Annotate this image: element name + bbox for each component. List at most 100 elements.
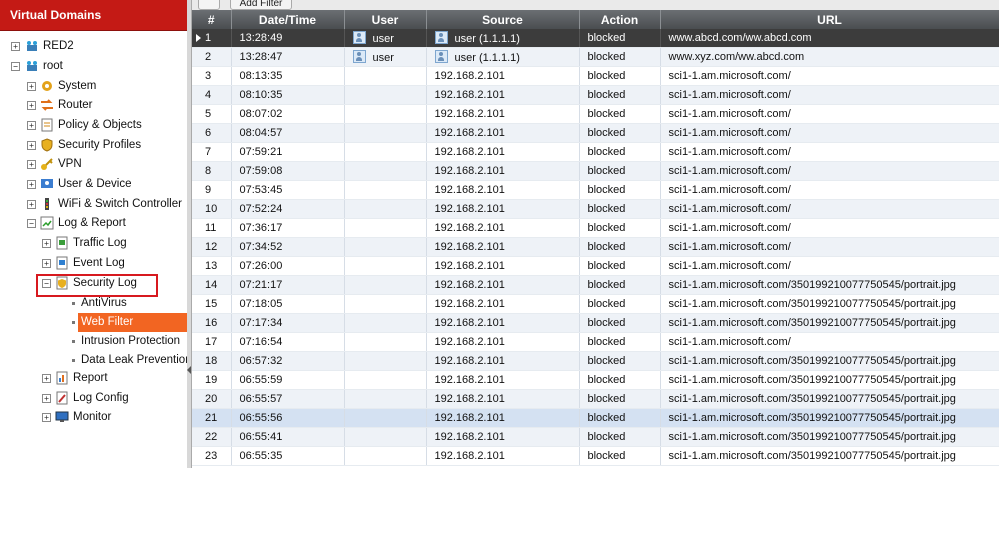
row-number: 19 bbox=[205, 374, 218, 386]
expand-icon[interactable]: + bbox=[42, 394, 51, 403]
tree-item-antivirus[interactable]: AntiVirus bbox=[0, 294, 187, 313]
tree-item-log-report[interactable]: − Log & Report bbox=[0, 214, 187, 233]
cell-datetime: 07:34:52 bbox=[231, 237, 345, 257]
add-filter-button[interactable]: Add Filter bbox=[230, 0, 292, 10]
cell-datetime: 07:36:17 bbox=[231, 218, 345, 238]
table-row[interactable]: 13 07:26:00 192.168.2.101 blocked sci1-1.am.… bbox=[192, 256, 999, 276]
tree-item-data-leak-prevention[interactable]: Data Leak Prevention bbox=[0, 351, 187, 370]
table-row[interactable]: 11 07:36:17 192.168.2.101 blocked sci1-1.am.… bbox=[192, 218, 999, 238]
tree-item-red2[interactable]: + RED2 bbox=[0, 37, 187, 56]
column-header-number[interactable]: # bbox=[192, 10, 232, 29]
cell-number: 14 bbox=[192, 275, 232, 295]
cell-number: 1 bbox=[192, 29, 232, 48]
tree-item-user-device[interactable]: + User & Device bbox=[0, 175, 187, 194]
table-row[interactable]: 16 07:17:34 192.168.2.101 blocked sci1-1.am.… bbox=[192, 313, 999, 333]
cell-source: 192.168.2.101 bbox=[426, 351, 580, 371]
tree-item-router[interactable]: + Router bbox=[0, 96, 187, 115]
column-header-source[interactable]: Source bbox=[426, 10, 580, 29]
leaf-dot-icon bbox=[72, 359, 75, 362]
expand-icon[interactable]: + bbox=[27, 180, 36, 189]
table-row[interactable]: 17 07:16:54 192.168.2.101 blocked sci1-1.am.… bbox=[192, 332, 999, 352]
event-log-icon bbox=[56, 256, 68, 270]
tree-item-report[interactable]: + Report bbox=[0, 369, 187, 388]
table-row[interactable]: 4 08:10:35 192.168.2.101 blocked sci1-1.am.m… bbox=[192, 85, 999, 105]
tree-item-wifi-switch-controller[interactable]: + WiFi & Switch Controller bbox=[0, 195, 187, 214]
tree-label: Log Config bbox=[73, 392, 129, 404]
source-address: 192.168.2.101 bbox=[434, 241, 505, 253]
cell-action: blocked bbox=[579, 237, 661, 257]
expand-icon[interactable]: + bbox=[42, 374, 51, 383]
cell-url: sci1-1.am.microsoft.com/ bbox=[660, 104, 999, 124]
cell-source: 192.168.2.101 bbox=[426, 275, 580, 295]
source-address: 192.168.2.101 bbox=[434, 412, 505, 424]
tree-item-monitor[interactable]: + Monitor bbox=[0, 408, 187, 427]
user-icon bbox=[352, 31, 366, 44]
expand-icon[interactable]: + bbox=[27, 101, 36, 110]
table-row[interactable]: 15 07:18:05 192.168.2.101 blocked sci1-1.am.… bbox=[192, 294, 999, 314]
collapse-icon[interactable]: − bbox=[27, 219, 36, 228]
cell-url: sci1-1.am.microsoft.com/ bbox=[660, 199, 999, 219]
row-number: 1 bbox=[205, 32, 212, 44]
table-row[interactable]: 10 07:52:24 192.168.2.101 blocked sci1-1.am.… bbox=[192, 199, 999, 219]
collapse-arrow-icon[interactable] bbox=[187, 366, 191, 374]
expand-icon[interactable]: + bbox=[42, 413, 51, 422]
cell-number: 6 bbox=[192, 123, 232, 143]
table-row[interactable]: 5 08:07:02 192.168.2.101 blocked sci1-1.am.m… bbox=[192, 104, 999, 124]
table-row[interactable]: 3 08:13:35 192.168.2.101 blocked sci1-1.am.m… bbox=[192, 66, 999, 86]
tree-item-root[interactable]: − root bbox=[0, 57, 187, 76]
table-row[interactable]: 18 06:57:32 192.168.2.101 blocked sci1-1.am.… bbox=[192, 351, 999, 371]
row-number: 18 bbox=[205, 355, 218, 367]
table-row[interactable]: 23 06:55:35 192.168.2.101 blocked sci1-1.am.… bbox=[192, 446, 999, 466]
cell-datetime: 06:57:32 bbox=[231, 351, 345, 371]
source-address: user (1.1.1.1) bbox=[454, 33, 520, 45]
expand-icon[interactable]: + bbox=[27, 141, 36, 150]
column-header-action[interactable]: Action bbox=[579, 10, 661, 29]
tree-item-log-config[interactable]: + Log Config bbox=[0, 389, 187, 408]
table-row[interactable]: 6 08:04:57 192.168.2.101 blocked sci1-1.am.m… bbox=[192, 123, 999, 143]
cell-datetime: 07:21:17 bbox=[231, 275, 345, 295]
cell-user bbox=[344, 142, 427, 162]
tree-label: Monitor bbox=[73, 411, 112, 423]
expand-icon[interactable]: + bbox=[27, 160, 36, 169]
table-row[interactable]: 1 13:28:49 user user (1.1.1.1) blocked www.ab… bbox=[192, 29, 999, 48]
cell-source: 192.168.2.101 bbox=[426, 142, 580, 162]
expand-icon[interactable]: + bbox=[42, 239, 51, 248]
table-row[interactable]: 22 06:55:41 192.168.2.101 blocked sci1-1.am.… bbox=[192, 427, 999, 447]
cell-user: user bbox=[344, 47, 427, 67]
column-header-datetime[interactable]: Date/Time bbox=[231, 10, 345, 29]
table-row[interactable]: 21 06:55:56 192.168.2.101 blocked sci1-1.am.… bbox=[192, 408, 999, 428]
refresh-button[interactable] bbox=[198, 0, 220, 10]
tree-item-traffic-log[interactable]: + Traffic Log bbox=[0, 234, 187, 253]
collapse-icon[interactable]: − bbox=[11, 62, 20, 71]
cell-url: www.abcd.com/ww.abcd.com bbox=[660, 29, 999, 48]
expand-icon[interactable]: + bbox=[27, 82, 36, 91]
tree-item-web-filter[interactable]: Web Filter bbox=[0, 313, 187, 332]
table-row[interactable]: 19 06:55:59 192.168.2.101 blocked sci1-1.am.… bbox=[192, 370, 999, 390]
cell-number: 19 bbox=[192, 370, 232, 390]
tree-item-system[interactable]: + System bbox=[0, 77, 187, 96]
table-row[interactable]: 20 06:55:57 192.168.2.101 blocked sci1-1.am.… bbox=[192, 389, 999, 409]
table-row[interactable]: 14 07:21:17 192.168.2.101 blocked sci1-1.am.… bbox=[192, 275, 999, 295]
tree-label: Security Profiles bbox=[58, 139, 142, 151]
cell-number: 23 bbox=[192, 446, 232, 466]
column-header-url[interactable]: URL bbox=[660, 10, 999, 29]
tree-item-policy-objects[interactable]: + Policy & Objects bbox=[0, 116, 187, 135]
table-row[interactable]: 7 07:59:21 192.168.2.101 blocked sci1-1.am.m… bbox=[192, 142, 999, 162]
tree-item-event-log[interactable]: + Event Log bbox=[0, 254, 187, 273]
table-row[interactable]: 8 07:59:08 192.168.2.101 blocked sci1-1.am.m… bbox=[192, 161, 999, 181]
tree-item-intrusion-protection[interactable]: Intrusion Protection bbox=[0, 332, 187, 351]
expand-icon[interactable]: + bbox=[11, 42, 20, 51]
tree-item-vpn[interactable]: + VPN bbox=[0, 155, 187, 174]
table-row[interactable]: 2 13:28:47 user user (1.1.1.1) blocked www.xy… bbox=[192, 47, 999, 67]
cell-source: 192.168.2.101 bbox=[426, 180, 580, 200]
column-header-user[interactable]: User bbox=[344, 10, 427, 29]
row-number: 14 bbox=[205, 279, 218, 291]
table-row[interactable]: 12 07:34:52 192.168.2.101 blocked sci1-1.am.… bbox=[192, 237, 999, 257]
cell-source: 192.168.2.101 bbox=[426, 370, 580, 390]
expand-icon[interactable]: + bbox=[42, 259, 51, 268]
expand-icon[interactable]: + bbox=[27, 121, 36, 130]
cell-number: 2 bbox=[192, 47, 232, 67]
tree-item-security-profiles[interactable]: + Security Profiles bbox=[0, 136, 187, 155]
expand-icon[interactable]: + bbox=[27, 200, 36, 209]
table-row[interactable]: 9 07:53:45 192.168.2.101 blocked sci1-1.am.m… bbox=[192, 180, 999, 200]
